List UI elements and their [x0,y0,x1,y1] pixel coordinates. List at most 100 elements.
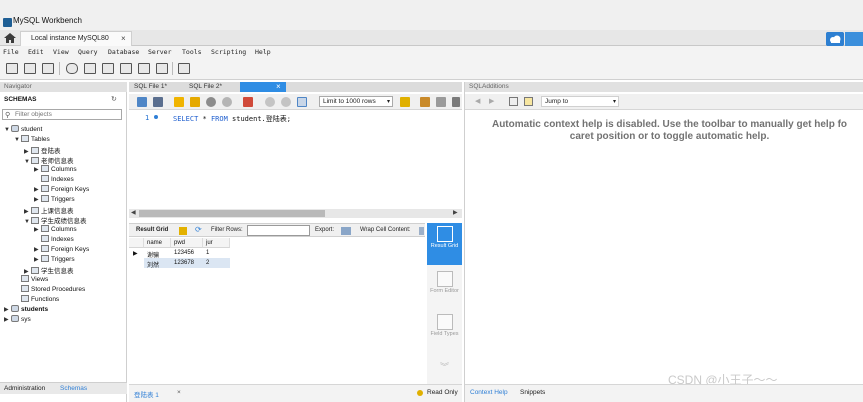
tab-schemas[interactable]: Schemas [60,385,87,392]
save-icon[interactable] [153,97,163,107]
wrap-cell-icon[interactable] [419,227,424,235]
tree-item[interactable]: ▶ sys [4,315,31,325]
scrollbar-thumb[interactable] [139,210,325,217]
execute-lightning-icon[interactable] [174,97,184,107]
collapsed-arrow-icon[interactable]: ▶ [34,246,41,253]
field-types-button[interactable]: Field Types [427,311,462,349]
collapsed-arrow-icon[interactable]: ▶ [24,208,31,215]
column-header[interactable]: jur [203,238,230,248]
collapsed-arrow-icon[interactable]: ▶ [34,256,41,263]
create-function-icon[interactable] [138,63,150,74]
back-icon[interactable]: ◀ [475,97,480,105]
rollback-icon[interactable] [281,97,291,107]
collapsed-arrow-icon[interactable]: ▶ [24,148,31,155]
create-procedure-icon[interactable] [120,63,132,74]
menu-view[interactable]: View [53,48,69,56]
tree-item[interactable]: ▼ 老师信息表 [24,155,74,165]
export-icon[interactable] [341,227,351,235]
manual-help-icon[interactable] [509,97,518,106]
filter-objects-field[interactable]: ⚲ [2,109,122,120]
table-cell[interactable]: 123456 [171,248,203,258]
table-cell[interactable]: 2 [203,258,230,268]
menu-file[interactable]: File [3,48,19,56]
menu-tools[interactable]: Tools [182,48,202,56]
tab-context-help[interactable]: Context Help [470,389,508,396]
execute-current-statement-icon[interactable] [190,97,200,107]
tab-snippets[interactable]: Snippets [520,389,545,396]
horizontal-scrollbar[interactable]: ◀ ▶ [129,209,462,218]
tree-item[interactable]: ▶ Foreign Keys [34,185,89,195]
search-table-data-icon[interactable] [156,63,168,74]
collapsed-arrow-icon[interactable]: ▶ [34,196,41,203]
open-sql-script-icon[interactable] [24,63,36,74]
menu-scripting[interactable]: Scripting [211,48,246,56]
invisible-chars-icon[interactable] [436,97,446,107]
collapsed-arrow-icon[interactable]: ▶ [34,166,41,173]
tree-item[interactable]: ▼ Tables [14,135,50,145]
grid-icon[interactable] [179,227,187,235]
filter-rows-input[interactable] [247,225,310,236]
expanded-arrow-icon[interactable]: ▼ [24,219,31,225]
menu-edit[interactable]: Edit [28,48,44,56]
tree-item[interactable]: ▶ students [4,305,48,315]
result-tab[interactable]: 登陆表 1 [134,389,159,399]
form-editor-button[interactable]: Form Editor [427,268,462,306]
menu-server[interactable]: Server [148,48,171,56]
expanded-arrow-icon[interactable]: ▼ [24,159,31,165]
wrap-lines-icon[interactable] [452,97,460,107]
tab-administration[interactable]: Administration [4,385,45,392]
jump-to-select[interactable]: Jump to ▾ [541,96,619,107]
scroll-down-icon[interactable]: ︾ [427,360,462,380]
commit-icon[interactable] [265,97,275,107]
result-grid-button[interactable]: Result Grid [427,223,462,265]
create-view-icon[interactable] [102,63,114,74]
auto-help-icon[interactable] [524,97,533,106]
menu-query[interactable]: Query [78,48,98,56]
tree-item[interactable]: ▶ Triggers [34,195,75,205]
filter-objects-input[interactable] [15,110,119,119]
tree-item[interactable]: ▼ student [4,125,42,135]
tree-item[interactable]: ▶ Columns [34,165,77,175]
close-icon[interactable]: × [177,389,181,396]
collapsed-arrow-icon[interactable]: ▶ [4,306,11,313]
find-icon[interactable] [420,97,430,107]
beautify-icon[interactable] [400,97,410,107]
cloud-icon[interactable] [826,32,844,46]
tree-item[interactable]: Views [14,275,48,285]
tree-item[interactable]: ▶ Columns [34,225,77,235]
tab-active-query[interactable]: × [240,82,286,92]
table-cell[interactable]: 1 [203,248,230,258]
tree-item[interactable]: ▶ 登陆表 [24,145,61,155]
tree-item[interactable]: ▶ 上课信息表 [24,205,74,215]
open-file-icon[interactable] [137,97,147,107]
refresh-icon[interactable]: ⟳ [195,225,202,234]
sql-code-editor[interactable]: 1 SELECT * FROM student.登陆表; [129,112,462,208]
tree-item[interactable]: Functions [14,295,59,305]
connection-tab[interactable]: Local instance MySQL80 × [20,31,132,46]
forward-icon[interactable]: ▶ [489,97,494,105]
stop-icon[interactable] [222,97,232,107]
create-schema-icon[interactable] [66,63,78,74]
create-table-icon[interactable] [84,63,96,74]
tab-sql-file-2[interactable]: SQL File 2* [185,82,240,92]
table-cell[interactable]: 刘然 [144,258,171,269]
cloud-side-tab[interactable] [845,32,863,46]
toggle-error-stop-icon[interactable] [243,97,253,107]
inspector-icon[interactable] [42,63,54,74]
collapsed-arrow-icon[interactable]: ▶ [4,316,11,323]
tree-item[interactable]: ▶ Foreign Keys [34,245,89,255]
new-sql-tab-icon[interactable] [6,63,18,74]
tab-sql-file-1[interactable]: SQL File 1* [129,82,185,92]
column-header[interactable]: name [144,238,171,248]
close-icon[interactable]: × [276,82,281,91]
tree-item[interactable]: ▶ Triggers [34,255,75,265]
reconnect-icon[interactable] [178,63,190,74]
autocommit-icon[interactable] [297,97,307,107]
expanded-arrow-icon[interactable]: ▼ [4,127,11,133]
column-header[interactable]: pwd [171,238,203,248]
scroll-right-icon[interactable]: ▶ [453,209,458,216]
menu-help[interactable]: Help [255,48,271,56]
collapsed-arrow-icon[interactable]: ▶ [34,226,41,233]
expanded-arrow-icon[interactable]: ▼ [14,137,21,143]
tree-item[interactable]: Indexes [34,235,74,245]
